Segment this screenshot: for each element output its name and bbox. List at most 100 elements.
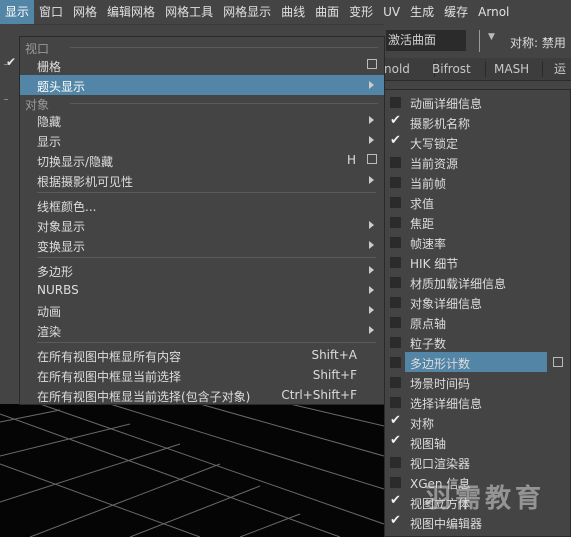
status-toolbar: 激活曲面 ▼ 对称: 禁用 [384,24,571,58]
menubar-item[interactable]: 网格工具 [160,0,218,24]
checkmark-icon[interactable]: ✔ [390,513,401,528]
submenu-item[interactable]: ✔ 视图轴 [385,432,570,452]
checkbox[interactable] [390,97,401,108]
shortcut-label: Shift+A [311,348,357,362]
menu-item-frame-selection[interactable]: 在所有视图中框显当前选择 Shift+F [20,365,384,385]
checkbox[interactable] [390,477,401,488]
tab-divider [542,61,543,77]
submenu-item-label: 多边形计数 [410,357,471,371]
menubar-item[interactable]: 曲线 [276,0,310,24]
checkbox[interactable] [390,217,401,228]
menu-divider [37,257,376,258]
submenu-item[interactable]: HIK 细节 [385,252,570,272]
menu-item-transform-display[interactable]: 变换显示 [20,235,384,255]
option-box-icon[interactable] [367,154,377,164]
menu-item-frame-all[interactable]: 在所有视图中框显所有内容 Shift+A [20,345,384,365]
submenu-item[interactable]: 焦距 [385,212,570,232]
submenu-item[interactable]: ✔ 摄影机名称 [385,112,570,132]
menu-item-camera-visibility[interactable]: 根据摄影机可见性 [20,170,384,190]
submenu-item[interactable]: 求值 [385,192,570,212]
menubar-item[interactable]: 网格 [68,0,102,24]
submenu-item[interactable]: 视口渲染器 [385,452,570,472]
checkbox[interactable] [390,357,401,368]
option-box-icon[interactable] [367,59,377,69]
shelf-tab[interactable]: Bifrost [432,58,471,80]
submenu-item[interactable]: 原点轴 [385,312,570,332]
option-box-icon[interactable] [553,357,563,367]
submenu-item[interactable]: 多边形计数 [385,352,570,372]
menu-item-animation[interactable]: 动画 [20,300,384,320]
menubar-item[interactable]: UV [378,0,405,24]
checkbox[interactable] [390,317,401,328]
checkbox[interactable] [390,377,401,388]
submenu-item[interactable]: 当前帧 [385,172,570,192]
menu-item-toggle-show-hide[interactable]: 切换显示/隐藏 H [20,150,384,170]
submenu-item-label: 场景时间码 [410,377,471,391]
checkbox[interactable] [390,397,401,408]
selection-mode-field[interactable]: 激活曲面 [386,30,466,51]
checkbox[interactable] [390,177,401,188]
submenu-item[interactable]: ✔ 大写锁定 [385,132,570,152]
submenu-item-label: 对象详细信息 [410,297,483,311]
menu-divider [37,192,376,193]
menu-item-rendering[interactable]: 渲染 [20,320,384,340]
menubar-item[interactable]: 窗口 [34,0,68,24]
submenu-arrow-icon [369,116,374,124]
submenu-item[interactable]: 场景时间码 [385,372,570,392]
submenu-arrow-icon [369,326,374,334]
submenu-item[interactable]: 对象详细信息 [385,292,570,312]
menubar-item[interactable]: 缓存 [439,0,473,24]
checkbox[interactable] [390,337,401,348]
checkbox[interactable] [390,237,401,248]
shelf-tab[interactable]: 运 [554,58,566,80]
submenu-arrow-icon [369,306,374,314]
submenu-item[interactable]: 材质加载详细信息 [385,272,570,292]
checkbox[interactable] [390,157,401,168]
toolbar-separator [479,30,481,52]
menu-item-hide[interactable]: 隐藏 [20,110,384,130]
display-menu: 视口 栅格 题头显示 对象 隐藏 显示 切换显示/隐藏 H 根据摄影机可见性 线… [19,36,385,405]
checkmark-icon[interactable]: ✔ [390,133,401,148]
submenu-item[interactable]: 粒子数 [385,332,570,352]
menu-item-wireframe-color[interactable]: 线框颜色... [20,195,384,215]
menu-item-object-display[interactable]: 对象显示 [20,215,384,235]
section-header-viewport: 视口 [20,39,384,56]
menu-item-nurbs[interactable]: NURBS [20,280,384,300]
submenu-item[interactable]: ✔ 对称 [385,412,570,432]
submenu-item-label: 帧速率 [410,237,447,251]
menu-item-heads-up-display[interactable]: 题头显示 [20,75,384,95]
submenu-item[interactable]: 选择详细信息 [385,392,570,412]
checkmark-icon[interactable]: ✔ [390,433,401,448]
menu-item-frame-selection-children[interactable]: 在所有视图中框显当前选择(包含子对象) Ctrl+Shift+F [20,385,384,405]
menu-item-polygons[interactable]: 多边形 [20,260,384,280]
checkmark-icon[interactable]: ✔ [390,413,401,428]
checkbox[interactable] [390,257,401,268]
menubar-item[interactable]: 生成 [405,0,439,24]
checkbox[interactable] [390,457,401,468]
shelf-tab[interactable]: MASH [494,58,529,80]
submenu-item[interactable]: ✔ 视图中编辑器 [385,512,570,532]
menubar-item[interactable]: 显示 [0,0,35,24]
menubar-item[interactable]: Arnol [473,0,514,24]
menu-item-show[interactable]: 显示 [20,130,384,150]
checkbox[interactable] [390,277,401,288]
menubar-item[interactable]: 网格显示 [218,0,276,24]
checkbox[interactable] [390,197,401,208]
shelf-tab[interactable]: nold [384,58,410,80]
checkbox[interactable] [390,297,401,308]
viewport-panel[interactable] [0,404,384,537]
menubar-item[interactable]: 曲面 [310,0,344,24]
menu-item-grid[interactable]: 栅格 [20,55,384,75]
checkmark-icon[interactable]: ✔ [390,113,401,128]
submenu-item-label: 视口渲染器 [410,457,471,471]
dropdown-arrow-icon[interactable]: ▼ [488,32,495,42]
submenu-item[interactable]: 当前资源 [385,152,570,172]
grid-check-icon: ✔ [6,55,17,69]
menubar-item[interactable]: 编辑网格 [102,0,160,24]
submenu-item[interactable]: 动画详细信息 [385,92,570,112]
submenu-item[interactable]: 帧速率 [385,232,570,252]
checkmark-icon[interactable]: ✔ [390,493,401,508]
symmetry-status[interactable]: 对称: 禁用 [510,34,566,51]
menu-divider [37,342,376,343]
menubar-item[interactable]: 变形 [344,0,378,24]
